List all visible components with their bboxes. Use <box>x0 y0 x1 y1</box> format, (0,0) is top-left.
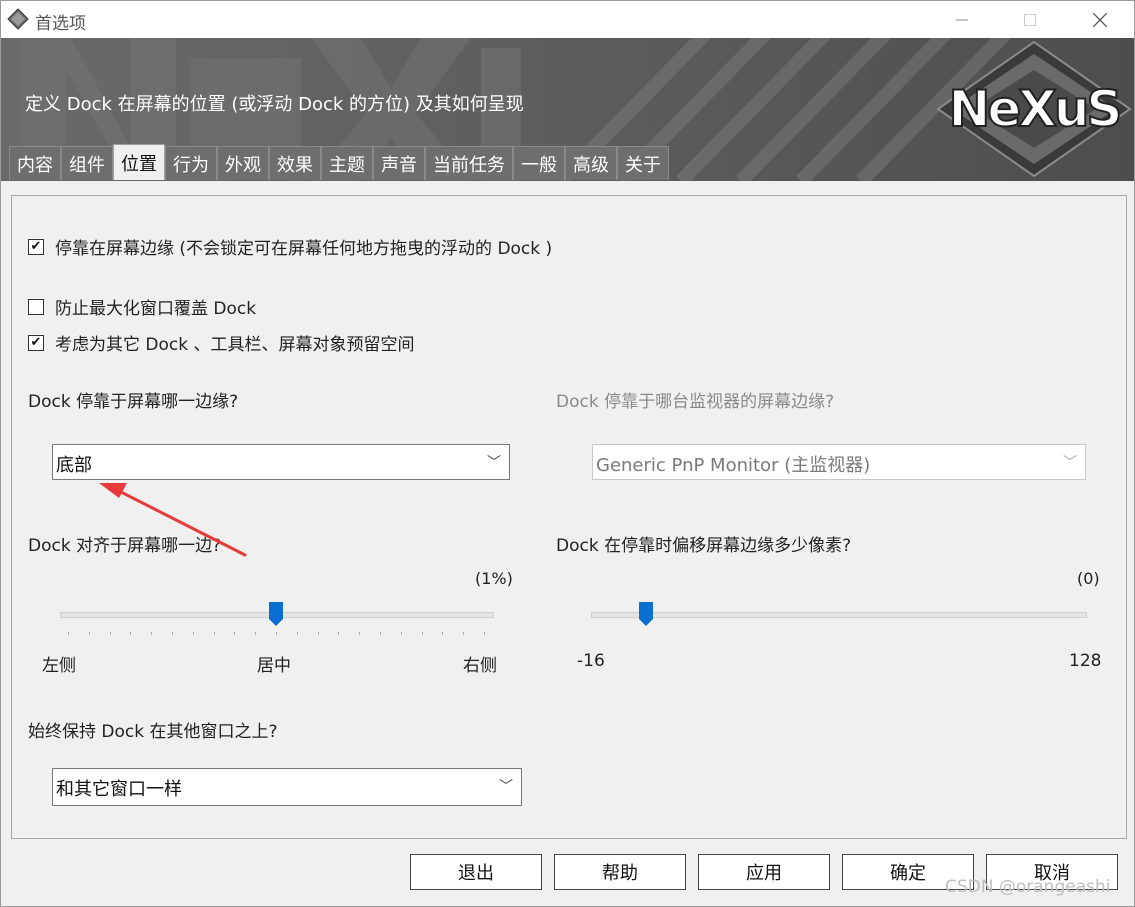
header-banner: 定义 Dock 在屏幕的位置 (或浮动 Dock 的方位) 及其如何呈现 NeX… <box>1 38 1134 181</box>
slider-tick <box>276 632 277 635</box>
title-bar: 首选项 <box>1 1 1134 38</box>
slider-tick <box>109 632 111 635</box>
align-right-label: 右侧 <box>463 656 497 676</box>
tab-general[interactable]: 一般 <box>513 146 565 180</box>
tab-behavior[interactable]: 行为 <box>165 146 217 180</box>
offset-question-label: Dock 在停靠时偏移屏幕边缘多少像素? <box>556 536 852 556</box>
offset-slider-track[interactable] <box>591 612 1087 618</box>
ontop-select[interactable]: 和其它窗口一样 ﹀ <box>52 768 522 806</box>
ontop-question-label: 始终保持 Dock 在其他窗口之上? <box>28 722 278 742</box>
maximize-icon <box>1024 13 1036 26</box>
slider-tick <box>213 632 215 635</box>
nexus-logo: NeXuS <box>936 40 1132 178</box>
dock-edge-option[interactable]: ✔ 停靠在屏幕边缘 (不会锁定可在屏幕任何地方拖曳的浮动的 Dock ) <box>28 234 552 259</box>
ontop-select-value: 和其它窗口一样 <box>56 779 182 800</box>
slider-tick <box>296 632 298 635</box>
edge-question-label: Dock 停靠于屏幕哪一边缘? <box>28 392 239 412</box>
banner-description: 定义 Dock 在屏幕的位置 (或浮动 Dock 的方位) 及其如何呈现 <box>25 94 524 115</box>
watermark-text: CSDN @orangeashi <box>945 877 1111 897</box>
slider-tick <box>68 632 69 635</box>
svg-text:NeXuS: NeXuS <box>949 80 1120 138</box>
slider-tick <box>130 632 132 635</box>
exit-button[interactable]: 退出 <box>410 854 542 890</box>
slider-tick <box>421 632 423 635</box>
checkmark-icon: ✔ <box>30 239 42 254</box>
slider-tick <box>359 632 361 635</box>
tab-effects[interactable]: 效果 <box>269 146 321 180</box>
align-readout: (1%) <box>475 569 513 588</box>
slider-tick <box>463 632 465 635</box>
checkmark-icon: ✔ <box>30 335 42 350</box>
tab-components[interactable]: 组件 <box>61 146 113 180</box>
align-slider-thumb[interactable] <box>269 602 283 626</box>
window-title: 首选项 <box>35 14 86 34</box>
slider-tick <box>380 632 381 635</box>
preferences-window: 首选项 定义 Dock 在屏幕的位置 (或浮动 Dock 的方位) 及其如何呈现… <box>0 0 1135 907</box>
slider-tick <box>317 632 319 635</box>
slider-tick <box>338 632 340 635</box>
slider-tick <box>192 632 194 635</box>
chevron-down-icon: ﹀ <box>1063 455 1077 471</box>
minimize-icon <box>956 19 968 20</box>
close-icon <box>1093 12 1107 27</box>
slider-tick <box>400 632 402 635</box>
slider-tick <box>255 632 257 635</box>
slider-tick <box>484 632 485 635</box>
slider-tick <box>151 632 153 635</box>
reserve-space-checkbox[interactable]: ✔ <box>28 334 44 351</box>
minimize-button[interactable] <box>939 1 985 38</box>
edge-select[interactable]: 底部 ﹀ <box>52 444 510 480</box>
align-question-label: Dock 对齐于屏幕哪一边? <box>28 536 222 556</box>
tab-advanced[interactable]: 高级 <box>565 146 617 180</box>
dock-edge-label: 停靠在屏幕边缘 (不会锁定可在屏幕任何地方拖曳的浮动的 Dock ) <box>55 239 553 259</box>
slider-tick <box>172 632 173 635</box>
dock-edge-checkbox[interactable]: ✔ <box>28 238 44 255</box>
monitor-question-label: Dock 停靠于哪台监视器的屏幕边缘? <box>556 392 835 412</box>
edge-select-value: 底部 <box>56 455 92 476</box>
offset-slider-thumb[interactable] <box>638 602 653 626</box>
tab-themes[interactable]: 主题 <box>321 146 373 180</box>
position-settings-panel: ✔ 停靠在屏幕边缘 (不会锁定可在屏幕任何地方拖曳的浮动的 Dock ) 防止最… <box>11 195 1127 839</box>
nexus-app-icon <box>7 8 29 30</box>
tab-running-tasks[interactable]: 当前任务 <box>425 146 513 180</box>
align-center-label: 居中 <box>257 656 291 676</box>
tab-appearance[interactable]: 外观 <box>217 146 269 180</box>
tab-content[interactable]: 内容 <box>9 146 61 180</box>
chevron-down-icon: ﹀ <box>499 779 513 795</box>
offset-min-label: -16 <box>577 651 605 671</box>
slider-tick <box>234 632 236 635</box>
prevent-cover-option[interactable]: 防止最大化窗口覆盖 Dock <box>28 294 256 319</box>
tab-sounds[interactable]: 声音 <box>373 146 425 180</box>
prevent-cover-checkbox[interactable] <box>28 298 44 315</box>
help-button[interactable]: 帮助 <box>554 854 686 890</box>
tab-about[interactable]: 关于 <box>617 146 669 180</box>
prevent-cover-label: 防止最大化窗口覆盖 Dock <box>55 299 257 319</box>
reserve-space-label: 考虑为其它 Dock 、工具栏、屏幕对象预留空间 <box>55 335 415 355</box>
slider-tick <box>88 632 90 635</box>
reserve-space-option[interactable]: ✔ 考虑为其它 Dock 、工具栏、屏幕对象预留空间 <box>28 330 415 355</box>
chevron-down-icon: ﹀ <box>487 455 501 471</box>
tab-bar: 内容 组件 位置 行为 外观 效果 主题 声音 当前任务 一般 高级 关于 <box>9 144 669 181</box>
slider-tick <box>442 632 444 635</box>
monitor-select-value: Generic PnP Monitor (主监视器) <box>596 455 871 476</box>
monitor-select: Generic PnP Monitor (主监视器) ﹀ <box>592 444 1086 480</box>
offset-readout: (0) <box>1077 569 1100 588</box>
maximize-button[interactable] <box>1007 1 1053 38</box>
close-button[interactable] <box>1077 1 1123 38</box>
apply-button[interactable]: 应用 <box>698 854 830 890</box>
align-left-label: 左侧 <box>42 656 76 676</box>
offset-max-label: 128 <box>1069 651 1102 671</box>
tab-position[interactable]: 位置 <box>113 144 165 180</box>
